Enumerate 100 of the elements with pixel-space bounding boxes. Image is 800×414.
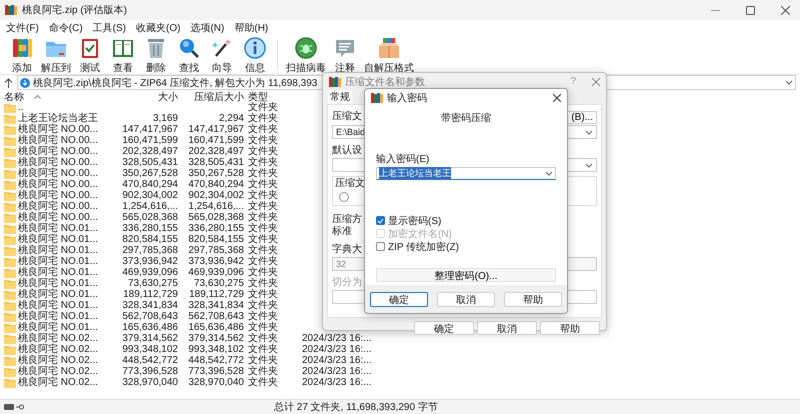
dialog-button[interactable]: 帮助 bbox=[540, 321, 600, 335]
close-icon[interactable] bbox=[553, 94, 561, 102]
checkbox[interactable]: ZIP 传统加密(Z) bbox=[376, 240, 459, 253]
password-field[interactable]: 上老王论坛当老王 bbox=[376, 167, 556, 180]
packed-size: 373,936,942 bbox=[187, 256, 244, 267]
file-type: 文件夹 bbox=[248, 377, 279, 388]
packed-size: 297,785,368 bbox=[187, 245, 244, 256]
file-name: 桃良阿宅 NO.02... bbox=[18, 333, 98, 344]
folder-icon bbox=[4, 256, 16, 266]
archive-icon bbox=[20, 78, 30, 88]
file-size: 350,267,528 bbox=[121, 168, 178, 179]
packed-size: 202,328,497 bbox=[187, 146, 244, 157]
file-size: 379,314,562 bbox=[121, 333, 178, 344]
file-type: 文件夹 bbox=[248, 179, 279, 190]
menu-item[interactable]: 收藏夹(O) bbox=[136, 21, 180, 35]
dialog-button[interactable]: 确定 bbox=[370, 292, 428, 306]
file-size: 773,396,528 bbox=[121, 366, 178, 377]
column-header[interactable]: 压缩后大小 bbox=[182, 90, 244, 104]
dialog-button[interactable]: 帮助 bbox=[504, 292, 562, 306]
file-name: 桃良阿宅 NO.01... bbox=[18, 289, 98, 300]
toolbar-button[interactable]: 信息 bbox=[239, 36, 271, 74]
file-size: 189,112,729 bbox=[122, 289, 178, 300]
folder-icon bbox=[4, 202, 16, 212]
toolbar-button[interactable]: 扫描病毒 bbox=[284, 36, 328, 74]
file-type: 文件夹 bbox=[248, 300, 279, 311]
toolbar-button[interactable]: 解压到 bbox=[39, 36, 73, 74]
browse-button[interactable]: (B)... bbox=[567, 111, 597, 124]
folder-icon bbox=[4, 102, 16, 112]
file-type: 文件夹 bbox=[248, 124, 279, 135]
file-name: 桃良阿宅 NO.01... bbox=[18, 311, 98, 322]
file-name: 桃良阿宅 NO.00... bbox=[18, 146, 98, 157]
modified-time: 2024/3/23 16:... bbox=[302, 333, 373, 344]
column-header[interactable]: 大小 bbox=[120, 90, 178, 104]
app-icon bbox=[329, 76, 341, 88]
chevron-down-icon bbox=[585, 162, 593, 168]
file-name: 桃良阿宅 NO.01... bbox=[18, 267, 98, 278]
packed-size: 336,280,155 bbox=[187, 223, 244, 234]
folder-icon bbox=[4, 268, 16, 278]
menu-item[interactable]: 选项(N) bbox=[190, 21, 224, 35]
folder-icon bbox=[4, 124, 16, 134]
chevron-down-icon bbox=[785, 80, 793, 85]
dialog-heading: 带密码压缩 bbox=[441, 113, 491, 125]
folder-icon bbox=[4, 190, 16, 200]
file-size: 147,417,967 bbox=[121, 124, 178, 135]
file-type: 文件夹 bbox=[248, 267, 279, 278]
file-name: 桃良阿宅 NO.00... bbox=[18, 168, 98, 179]
file-size: 373,936,942 bbox=[121, 256, 178, 267]
file-name: 桃良阿宅 NO.02... bbox=[18, 355, 98, 366]
file-size: 3,169 bbox=[152, 113, 178, 124]
dialog-button[interactable]: 确定 bbox=[414, 321, 474, 335]
file-size: 297,785,368 bbox=[121, 245, 178, 256]
tab[interactable]: 常规 bbox=[328, 90, 352, 104]
field-label: 默认设 bbox=[332, 145, 362, 157]
menu-item[interactable]: 帮助(H) bbox=[234, 21, 268, 35]
dialog-button[interactable]: 取消 bbox=[477, 321, 537, 335]
toolbar-button[interactable]: 向导 bbox=[206, 36, 238, 74]
folder-icon bbox=[4, 290, 16, 300]
file-name: 桃良阿宅 NO.00... bbox=[18, 124, 98, 135]
file-name: 桃良阿宅 NO.00... bbox=[18, 190, 98, 201]
file-size: 820,584,155 bbox=[121, 234, 178, 245]
packed-size: 1,254,616,... bbox=[187, 201, 244, 212]
dialog-button[interactable]: 取消 bbox=[437, 292, 495, 306]
status-text: 总计 27 文件夹, 11,698,393,290 字节 bbox=[274, 400, 438, 414]
radio-button[interactable] bbox=[339, 192, 349, 202]
file-size: 469,939,096 bbox=[121, 267, 178, 278]
menu-item[interactable]: 文件(F) bbox=[6, 21, 39, 35]
packed-size: 165,636,486 bbox=[187, 322, 244, 333]
file-type: 文件夹 bbox=[248, 256, 279, 267]
dialog-title: 输入密码 bbox=[387, 92, 427, 105]
toolbar-button[interactable]: 查看 bbox=[107, 36, 139, 74]
column-header[interactable]: 名称 bbox=[4, 90, 24, 104]
field-label: 压缩文 bbox=[332, 111, 362, 123]
folder-icon bbox=[4, 356, 16, 366]
up-arrow-icon[interactable] bbox=[4, 78, 13, 88]
file-type: 文件夹 bbox=[248, 201, 279, 212]
folder-icon bbox=[4, 300, 16, 310]
file-type: 文件夹 bbox=[248, 333, 279, 344]
file-size: 165,636,486 bbox=[121, 322, 178, 333]
folder-icon bbox=[4, 146, 16, 156]
manage-passwords-button[interactable]: 整理密码(O)... bbox=[376, 268, 556, 282]
menu-item[interactable]: 命令(C) bbox=[48, 21, 83, 35]
file-name: 桃良阿宅 NO.01... bbox=[18, 278, 98, 289]
group-label: 压缩文 bbox=[335, 178, 365, 189]
folder-icon bbox=[4, 234, 16, 244]
file-type: 文件夹 bbox=[248, 344, 279, 355]
file-type: 文件夹 bbox=[248, 355, 279, 366]
toolbar-button[interactable]: 查找 bbox=[173, 36, 205, 74]
packed-size: 350,267,528 bbox=[187, 168, 244, 179]
file-name: 桃良阿宅 NO.01... bbox=[18, 256, 98, 267]
file-type: 文件夹 bbox=[248, 278, 279, 289]
packed-size: 160,471,599 bbox=[187, 135, 244, 146]
file-type: 文件夹 bbox=[248, 245, 279, 256]
toolbar-button[interactable]: 测试 bbox=[74, 36, 106, 74]
folder-icon bbox=[4, 136, 16, 146]
toolbar-button[interactable]: 添加 bbox=[6, 36, 38, 74]
toolbar-button[interactable]: 删除 bbox=[140, 36, 172, 74]
checkbox[interactable]: 显示密码(S) bbox=[376, 214, 442, 227]
menu-item[interactable]: 工具(S) bbox=[92, 21, 126, 35]
packed-size: 379,314,562 bbox=[187, 333, 244, 344]
folder-icon bbox=[4, 180, 16, 190]
